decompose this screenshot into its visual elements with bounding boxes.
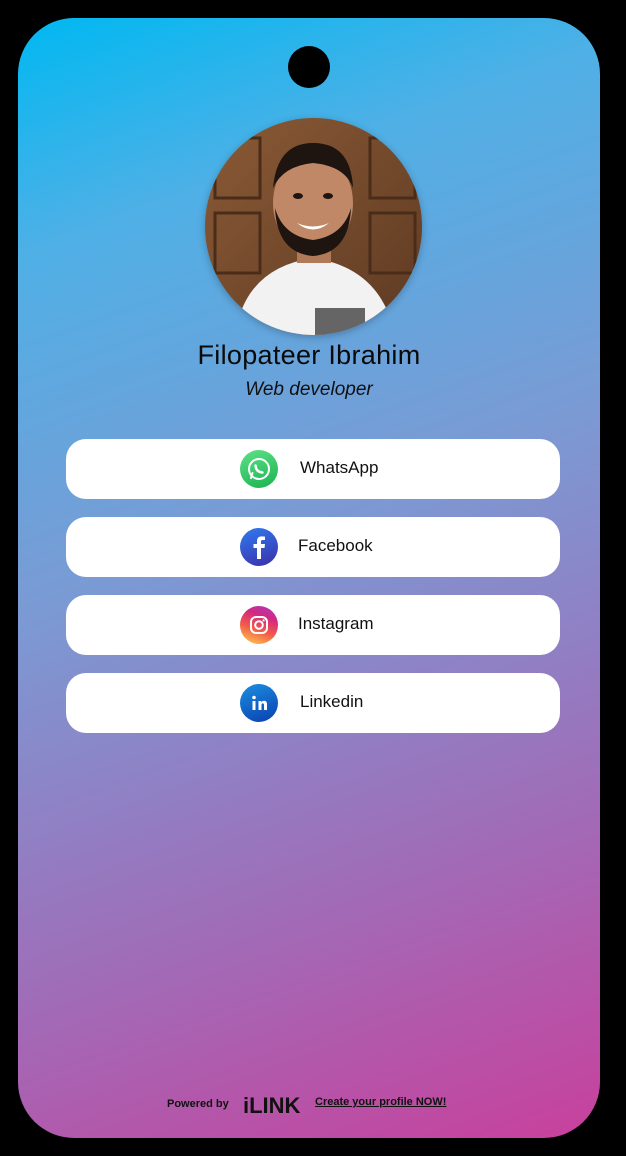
facebook-link-button[interactable]: Facebook	[66, 517, 560, 577]
profile-card: Filopateer Ibrahim Web developer WhatsAp…	[18, 18, 600, 1138]
avatar-photo	[205, 118, 422, 335]
ilink-logo-mark: iLINK	[243, 1093, 301, 1118]
whatsapp-icon	[240, 450, 278, 488]
whatsapp-label: WhatsApp	[300, 458, 379, 477]
lanyard-hole	[288, 46, 330, 88]
facebook-label: Facebook	[298, 536, 373, 555]
create-profile-link[interactable]: Create your profile NOW!	[315, 1096, 446, 1108]
footer: Powered by iLINK Create your profile NOW…	[18, 1092, 600, 1118]
powered-by-text: Powered by	[167, 1098, 229, 1110]
instagram-link-button[interactable]: Instagram	[66, 595, 560, 655]
whatsapp-link-button[interactable]: WhatsApp	[66, 439, 560, 499]
instagram-icon	[240, 606, 278, 644]
profile-title: Web developer	[245, 379, 373, 400]
instagram-label: Instagram	[298, 614, 374, 633]
ilink-logo[interactable]: iLINK	[243, 1092, 305, 1121]
facebook-icon	[240, 528, 278, 566]
linkedin-icon	[240, 684, 278, 722]
avatar	[205, 118, 422, 335]
svg-text:iLINK: iLINK	[243, 1093, 301, 1116]
linkedin-link-button[interactable]: Linkedin	[66, 673, 560, 733]
profile-name: Filopateer Ibrahim	[197, 340, 421, 370]
linkedin-label: Linkedin	[300, 692, 364, 711]
